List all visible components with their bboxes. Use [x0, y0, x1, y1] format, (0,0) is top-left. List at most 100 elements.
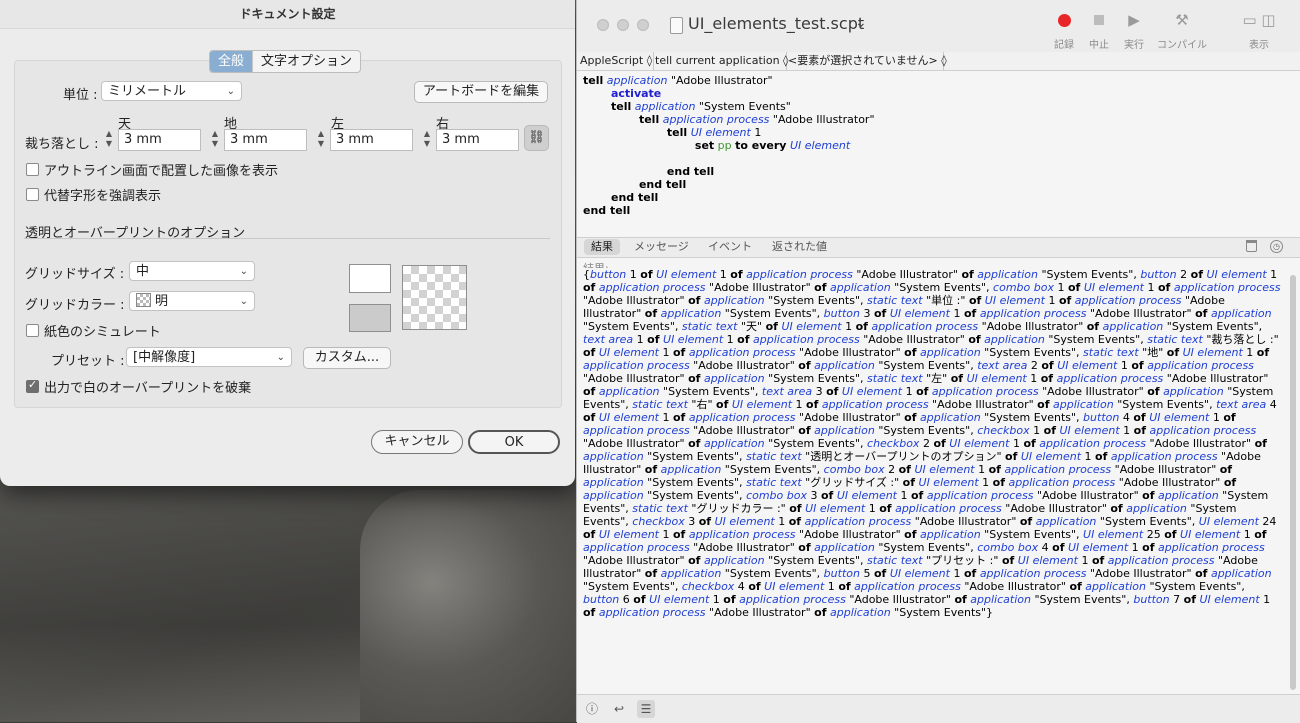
code-line: activate — [610, 87, 662, 100]
show-placed-outline-label: アウトライン画面で配置した画像を表示 — [44, 164, 279, 179]
code-line: end tell — [666, 165, 715, 178]
bleed-top-stepper[interactable]: ▲ ▼ — [103, 129, 115, 151]
navigation-bar: AppleScript ◊ tell current application ◊… — [577, 52, 1300, 71]
tab-type-options[interactable]: 文字オプション — [252, 51, 360, 72]
code-line: set pp to every UI element — [694, 139, 851, 152]
code-line: end tell — [638, 178, 687, 191]
tab-result[interactable]: 結果 — [584, 239, 620, 255]
bleed-bottom-stepper[interactable]: ▲ ▼ — [209, 129, 221, 151]
tab-messages[interactable]: メッセージ — [627, 239, 696, 255]
editor-status-bar: ⓘ ↩ ☰ — [577, 694, 1300, 723]
document-icon — [670, 17, 683, 34]
checkbox-box — [26, 188, 39, 201]
checkbox-box — [26, 163, 39, 176]
ok-button[interactable]: OK — [468, 430, 560, 454]
grid-size-label: グリッドサイズ : — [25, 267, 125, 282]
simulate-paper-checkbox[interactable]: 紙色のシミュレート — [26, 321, 161, 340]
preset-select[interactable]: [中解像度] ⌄ — [126, 347, 292, 367]
grid-color-label: グリッドカラー : — [25, 298, 125, 313]
record-button[interactable]: 記録 — [1053, 10, 1075, 51]
units-value: ミリメートル — [108, 84, 187, 99]
grid-color-swatch-icon — [136, 293, 151, 307]
chevron-down-icon: ⌄ — [226, 86, 235, 97]
grid-color-select[interactable]: 明 ⌄ — [129, 291, 255, 311]
chain-link-icon: ⛓ — [528, 130, 545, 145]
preset-value: [中解像度] — [133, 350, 196, 365]
result-scrollbar[interactable] — [1290, 275, 1296, 690]
minimize-window-button[interactable] — [617, 19, 629, 31]
element-popup[interactable]: <要素が選択されていません> ◊ — [785, 52, 947, 70]
code-line: tell application "Adobe Illustrator" — [583, 74, 773, 87]
run-button[interactable]: ▶ 実行 — [1123, 10, 1145, 51]
close-window-button[interactable] — [597, 19, 609, 31]
preset-label: プリセット : — [51, 354, 125, 369]
tab-general[interactable]: 全般 — [210, 51, 253, 72]
return-icon[interactable]: ↩ — [610, 700, 628, 718]
show-placed-outline-checkbox[interactable]: アウトライン画面で配置した画像を表示 — [26, 160, 278, 179]
record-label: 記録 — [1054, 40, 1074, 51]
discard-white-overprint-checkbox[interactable]: 出力で白のオーバープリントを破棄 — [26, 377, 251, 396]
document-setup-dialog: ドキュメント設定 全般 文字オプション 単位 : ミリメートル ⌄ アートボード… — [0, 0, 575, 486]
bleed-right-field[interactable]: 3 mm — [436, 129, 519, 151]
chevron-down-icon: ⌄ — [239, 266, 248, 277]
cancel-button[interactable]: キャンセル — [371, 430, 463, 454]
bleed-bottom-field[interactable]: 3 mm — [224, 129, 307, 151]
simulate-paper-label: 紙色のシミュレート — [44, 325, 161, 340]
dialog-tabs: 全般 文字オプション — [209, 50, 362, 73]
grid-size-value: 中 — [136, 264, 150, 279]
result-text: {button 1 of UI element 1 of application… — [583, 268, 1281, 619]
stop-label: 中止 — [1089, 40, 1109, 51]
record-icon — [1057, 14, 1071, 27]
highlight-substituted-checkbox[interactable]: 代替字形を強調表示 — [26, 185, 161, 204]
section-divider — [24, 238, 550, 239]
code-line: end tell — [610, 191, 659, 204]
window-title: UI_elements_test.scpt — [688, 14, 865, 33]
custom-button[interactable]: カスタム... — [303, 347, 391, 369]
chevron-down-icon: ⌄ — [276, 352, 285, 363]
chevron-down-icon[interactable]: ⌄ — [855, 15, 867, 31]
grid-color-white-swatch[interactable] — [349, 264, 391, 293]
trash-icon[interactable] — [1246, 240, 1257, 252]
grid-color-value: 明 — [155, 294, 169, 309]
target-popup[interactable]: tell current application ◊ — [652, 52, 788, 70]
bleed-left-stepper[interactable]: ▲ ▼ — [315, 129, 327, 151]
highlight-substituted-label: 代替字形を強調表示 — [44, 189, 162, 204]
stop-icon — [1094, 15, 1104, 25]
background-sculpture — [360, 490, 600, 722]
language-popup[interactable]: AppleScript ◊ — [577, 52, 654, 70]
grid-color-gray-swatch[interactable] — [349, 304, 391, 332]
units-label: 単位 : — [63, 88, 98, 103]
tab-replies[interactable]: 返された値 — [765, 239, 834, 255]
bleed-top-field[interactable]: 3 mm — [118, 129, 201, 151]
stop-button[interactable]: 中止 — [1088, 10, 1110, 51]
link-bleed-button[interactable]: ⛓ — [524, 125, 549, 151]
view-button[interactable]: ▭ ◫ 表示 — [1232, 10, 1286, 51]
info-icon[interactable]: ⓘ — [583, 700, 601, 718]
checkbox-box-checked — [26, 378, 39, 393]
run-label: 実行 — [1124, 40, 1144, 51]
edit-artboards-button[interactable]: アートボードを編集 — [414, 81, 548, 103]
checkbox-box — [26, 324, 39, 337]
bleed-label: 裁ち落とし : — [25, 137, 99, 152]
compile-button[interactable]: ⚒ コンパイル — [1155, 10, 1209, 51]
view-layout-icon: ▭ ◫ — [1242, 11, 1276, 29]
zoom-window-button[interactable] — [637, 19, 649, 31]
editor-titlebar: UI_elements_test.scpt ⌄ 記録 中止 ▶ 実行 ⚒ コンパ… — [577, 0, 1300, 53]
view-label: 表示 — [1249, 40, 1269, 51]
grid-size-select[interactable]: 中 ⌄ — [129, 261, 255, 281]
units-select[interactable]: ミリメートル ⌄ — [101, 81, 242, 101]
dialog-title: ドキュメント設定 — [0, 0, 575, 29]
bleed-right-stepper[interactable]: ▲ ▼ — [421, 129, 433, 151]
list-icon[interactable]: ☰ — [637, 700, 655, 718]
tab-events[interactable]: イベント — [701, 239, 759, 255]
code-line: tell application process "Adobe Illustra… — [638, 113, 875, 126]
history-clock-icon[interactable]: ◷ — [1270, 240, 1283, 253]
chevron-down-icon: ⌄ — [239, 296, 248, 307]
result-pane[interactable]: 結果: {button 1 of UI element 1 of applica… — [583, 262, 1283, 682]
bleed-left-field[interactable]: 3 mm — [330, 129, 413, 151]
script-editor-text[interactable]: tell application "Adobe Illustrator" act… — [583, 74, 1283, 232]
compile-label: コンパイル — [1157, 40, 1207, 51]
result-tabs: 結果 メッセージ イベント 返された値 ◷ — [577, 237, 1300, 258]
script-editor-window: UI_elements_test.scpt ⌄ 記録 中止 ▶ 実行 ⚒ コンパ… — [576, 0, 1300, 723]
